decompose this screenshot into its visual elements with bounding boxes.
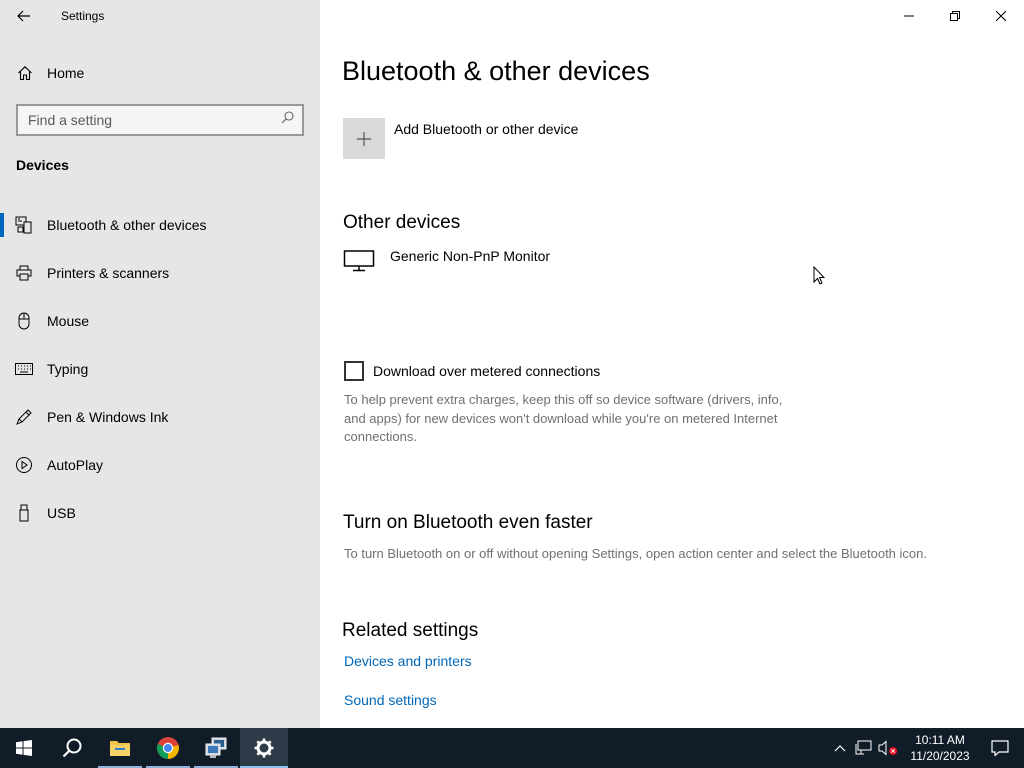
- search-icon[interactable]: [281, 111, 294, 129]
- mouse-cursor-icon: [813, 265, 826, 290]
- chrome-button[interactable]: [144, 728, 192, 768]
- page-title: Bluetooth & other devices: [342, 56, 650, 86]
- system-tray: 10:11 AM 11/20/2023: [828, 728, 1024, 768]
- device-name: Generic Non-PnP Monitor: [390, 248, 551, 264]
- sidebar-item-label: Pen & Windows Ink: [47, 409, 169, 425]
- sidebar-item-label: Typing: [47, 361, 89, 377]
- sidebar-item-typing[interactable]: Typing: [0, 345, 320, 393]
- network-status-button[interactable]: [852, 728, 876, 768]
- usb-icon: [0, 504, 47, 522]
- file-explorer-icon: [110, 741, 130, 756]
- metered-label: Download over metered connections: [373, 363, 601, 379]
- minimize-button[interactable]: [886, 0, 932, 32]
- start-icon: [16, 740, 32, 756]
- bluetooth-devices-icon: [0, 216, 47, 234]
- show-hidden-icons-button[interactable]: [828, 728, 852, 768]
- chevron-up-icon: [834, 745, 846, 752]
- section-heading: Devices: [16, 157, 69, 173]
- settings-taskbar-button[interactable]: [240, 728, 288, 768]
- other-devices-heading: Other devices: [343, 212, 461, 233]
- device-item[interactable]: Generic Non-PnP Monitor: [343, 246, 550, 277]
- plus-icon: [343, 118, 385, 159]
- network-app-icon: [205, 737, 227, 758]
- sidebar-item-printers[interactable]: Printers & scanners: [0, 249, 320, 297]
- minimize-icon: [904, 15, 914, 17]
- search-box[interactable]: [16, 104, 304, 136]
- search-icon: [62, 738, 82, 758]
- sidebar-item-label: AutoPlay: [47, 457, 104, 473]
- sidebar: Settings Home Devices Bluetooth & other …: [0, 0, 320, 728]
- file-explorer-button[interactable]: [96, 728, 144, 768]
- clock-date: 11/20/2023: [910, 749, 970, 763]
- printer-icon: [0, 265, 47, 281]
- add-device-label: Add Bluetooth or other device: [394, 121, 579, 137]
- related-settings-heading: Related settings: [342, 620, 479, 641]
- devices-printers-link[interactable]: Devices and printers: [344, 653, 472, 669]
- window-controls: [886, 0, 1024, 32]
- home-nav-item[interactable]: Home: [0, 57, 320, 89]
- metered-option[interactable]: Download over metered connections: [344, 361, 600, 381]
- settings-icon: [254, 738, 274, 758]
- pen-icon: [0, 408, 47, 426]
- bluetooth-faster-description: To turn Bluetooth on or off without open…: [344, 546, 927, 561]
- metered-checkbox[interactable]: [344, 361, 364, 381]
- back-button[interactable]: [0, 0, 48, 32]
- network-app-button[interactable]: [192, 728, 240, 768]
- sound-settings-link[interactable]: Sound settings: [344, 692, 437, 708]
- monitor-icon: [343, 246, 375, 277]
- metered-description: To help prevent extra charges, keep this…: [344, 392, 783, 444]
- chrome-icon: [156, 737, 179, 759]
- volume-muted-icon: [878, 740, 897, 756]
- clock-time: 10:11 AM: [915, 733, 965, 747]
- taskbar: 10:11 AM 11/20/2023: [0, 728, 1024, 768]
- network-icon: [855, 740, 872, 755]
- start-button[interactable]: [0, 728, 48, 768]
- sidebar-nav: Bluetooth & other devices Printers & sca…: [0, 201, 320, 537]
- restore-icon: [950, 11, 960, 21]
- back-arrow-icon: [17, 10, 30, 22]
- sidebar-item-autoplay[interactable]: AutoPlay: [0, 441, 320, 489]
- sidebar-item-label: Bluetooth & other devices: [47, 217, 207, 233]
- titlebar: Settings: [0, 0, 320, 32]
- close-icon: [996, 11, 1006, 21]
- home-label: Home: [47, 65, 85, 81]
- close-button[interactable]: [978, 0, 1024, 32]
- action-center-button[interactable]: [976, 728, 1024, 768]
- restore-button[interactable]: [932, 0, 978, 32]
- app-title: Settings: [61, 9, 105, 23]
- home-icon: [0, 65, 47, 81]
- add-device-button[interactable]: Add Bluetooth or other device: [343, 118, 578, 159]
- autoplay-icon: [0, 456, 47, 474]
- sidebar-item-label: Mouse: [47, 313, 90, 329]
- notification-icon: [991, 740, 1009, 756]
- volume-button[interactable]: [876, 728, 900, 768]
- search-input[interactable]: [28, 112, 258, 128]
- keyboard-icon: [0, 363, 47, 375]
- bluetooth-faster-heading: Turn on Bluetooth even faster: [343, 512, 593, 533]
- sidebar-item-pen[interactable]: Pen & Windows Ink: [0, 393, 320, 441]
- sidebar-item-usb[interactable]: USB: [0, 489, 320, 537]
- sidebar-item-label: USB: [47, 505, 76, 521]
- taskbar-search-button[interactable]: [48, 728, 96, 768]
- mouse-icon: [0, 312, 47, 330]
- sidebar-item-bluetooth[interactable]: Bluetooth & other devices: [0, 201, 320, 249]
- sidebar-item-mouse[interactable]: Mouse: [0, 297, 320, 345]
- main-content: Bluetooth & other devices Add Bluetooth …: [320, 0, 1024, 728]
- clock[interactable]: 10:11 AM 11/20/2023: [904, 732, 976, 764]
- sidebar-item-label: Printers & scanners: [47, 265, 170, 281]
